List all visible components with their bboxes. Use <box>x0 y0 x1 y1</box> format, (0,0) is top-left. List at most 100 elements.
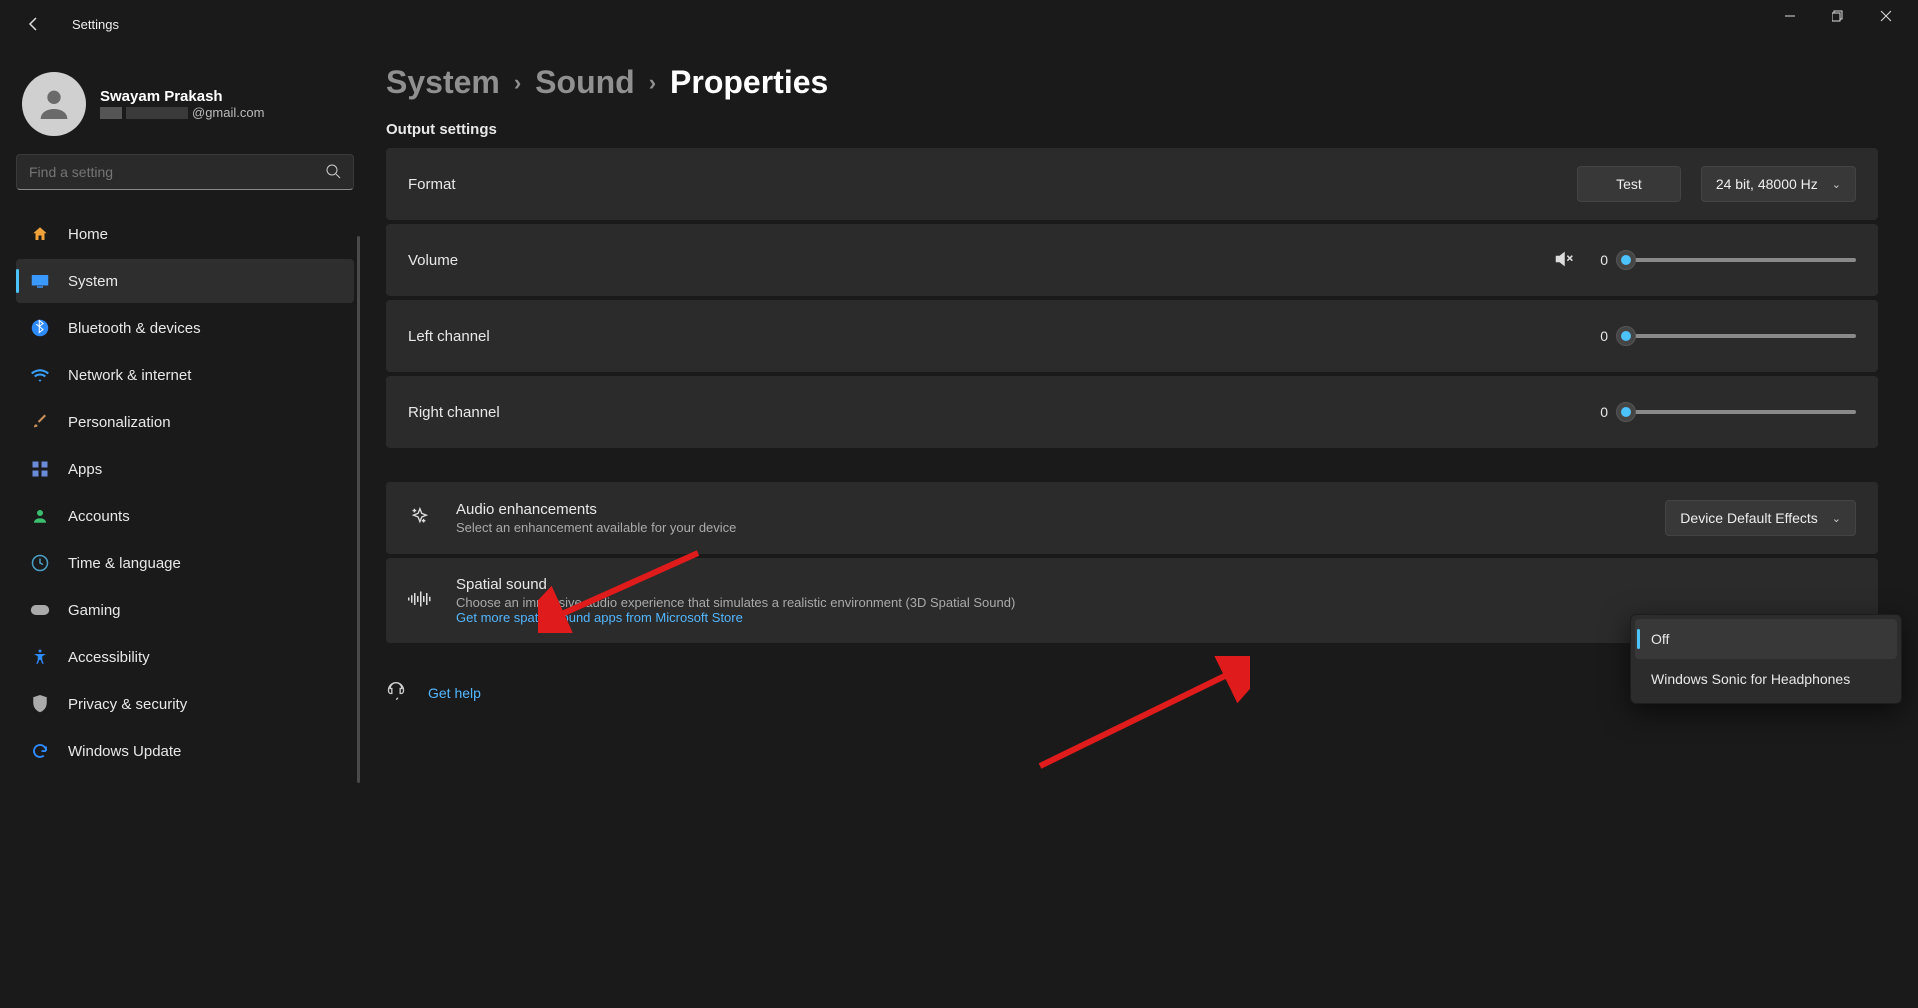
breadcrumb-current: Properties <box>670 64 828 101</box>
nav-item-privacy[interactable]: Privacy & security <box>16 682 354 726</box>
nav-label: Accessibility <box>68 649 150 666</box>
main-content: System › Sound › Properties Output setti… <box>370 48 1918 1008</box>
chevron-right-icon: › <box>514 70 521 96</box>
volume-mute-icon[interactable] <box>1554 249 1574 272</box>
get-help-label: Get help <box>428 685 481 701</box>
close-button[interactable] <box>1862 0 1910 32</box>
sparkle-icon <box>408 506 434 531</box>
sidebar: Swayam Prakash @gmail.com Home Syste <box>0 48 370 1008</box>
nav-label: Home <box>68 226 108 243</box>
nav-label: Time & language <box>68 555 181 572</box>
accessibility-icon <box>30 647 50 667</box>
left-channel-slider[interactable]: 0 <box>1594 328 1856 344</box>
search-icon <box>325 163 341 182</box>
volume-label: Volume <box>408 252 458 269</box>
spatial-sound-subtitle: Choose an immersive audio experience tha… <box>456 595 1015 610</box>
home-icon <box>30 224 50 244</box>
avatar <box>22 72 86 136</box>
maximize-button[interactable] <box>1814 0 1862 32</box>
nav-item-windows-update[interactable]: Windows Update <box>16 729 354 773</box>
audio-enhancements-value: Device Default Effects <box>1680 510 1817 526</box>
format-label: Format <box>408 176 456 193</box>
update-icon <box>30 741 50 761</box>
breadcrumb: System › Sound › Properties <box>386 64 1878 101</box>
shield-icon <box>30 694 50 714</box>
flyout-label: Windows Sonic for Headphones <box>1651 671 1850 687</box>
format-value: 24 bit, 48000 Hz <box>1716 176 1818 192</box>
nav-item-network[interactable]: Network & internet <box>16 353 354 397</box>
account-name: Swayam Prakash <box>100 88 264 105</box>
spatial-sound-flyout: Off Windows Sonic for Headphones <box>1630 614 1902 704</box>
nav-label: Gaming <box>68 602 121 619</box>
volume-value: 0 <box>1594 252 1608 268</box>
nav-item-apps[interactable]: Apps <box>16 447 354 491</box>
minimize-button[interactable] <box>1766 0 1814 32</box>
nav-label: Bluetooth & devices <box>68 320 201 337</box>
audio-enhancements-title: Audio enhancements <box>456 501 736 518</box>
gamepad-icon <box>30 600 50 620</box>
nav-label: Personalization <box>68 414 171 431</box>
nav-label: Apps <box>68 461 102 478</box>
nav-item-system[interactable]: System <box>16 259 354 303</box>
setting-row-right-channel: Right channel 0 <box>386 376 1878 448</box>
nav-label: Privacy & security <box>68 696 187 713</box>
nav-item-accounts[interactable]: Accounts <box>16 494 354 538</box>
audio-enhancements-dropdown[interactable]: Device Default Effects ⌄ <box>1665 500 1856 536</box>
section-title-output: Output settings <box>386 121 1878 138</box>
right-channel-slider[interactable]: 0 <box>1594 404 1856 420</box>
help-icon <box>386 681 406 704</box>
chevron-right-icon: › <box>649 70 656 96</box>
nav-item-accessibility[interactable]: Accessibility <box>16 635 354 679</box>
nav-label: Network & internet <box>68 367 191 384</box>
flyout-item-windows-sonic[interactable]: Windows Sonic for Headphones <box>1635 659 1897 699</box>
breadcrumb-system[interactable]: System <box>386 64 500 101</box>
apps-icon <box>30 459 50 479</box>
back-button[interactable] <box>16 6 52 42</box>
account-header[interactable]: Swayam Prakash @gmail.com <box>16 64 354 154</box>
nav-label: System <box>68 273 118 290</box>
app-title: Settings <box>72 17 119 32</box>
test-button[interactable]: Test <box>1577 166 1681 202</box>
redacted-text <box>100 107 122 119</box>
chevron-down-icon: ⌄ <box>1832 512 1841 525</box>
flyout-label: Off <box>1651 631 1669 647</box>
nav-label: Accounts <box>68 508 130 525</box>
nav-item-time-language[interactable]: Time & language <box>16 541 354 585</box>
brush-icon <box>30 412 50 432</box>
wifi-icon <box>30 365 50 385</box>
nav-list: Home System Bluetooth & devices Network … <box>16 212 354 773</box>
account-email: @gmail.com <box>100 105 264 120</box>
search-box[interactable] <box>16 154 354 190</box>
right-channel-value: 0 <box>1594 404 1608 420</box>
breadcrumb-sound[interactable]: Sound <box>535 64 635 101</box>
nav-item-home[interactable]: Home <box>16 212 354 256</box>
nav-label: Windows Update <box>68 743 181 760</box>
spatial-audio-icon <box>408 590 434 611</box>
nav-item-personalization[interactable]: Personalization <box>16 400 354 444</box>
person-icon <box>30 506 50 526</box>
spatial-sound-title: Spatial sound <box>456 576 1015 593</box>
globe-clock-icon <box>30 553 50 573</box>
audio-enhancements-subtitle: Select an enhancement available for your… <box>456 520 736 535</box>
account-email-suffix: @gmail.com <box>192 105 264 120</box>
nav-item-gaming[interactable]: Gaming <box>16 588 354 632</box>
left-channel-label: Left channel <box>408 328 490 345</box>
system-icon <box>30 271 50 291</box>
nav-item-bluetooth[interactable]: Bluetooth & devices <box>16 306 354 350</box>
format-dropdown[interactable]: 24 bit, 48000 Hz ⌄ <box>1701 166 1856 202</box>
search-input[interactable] <box>29 164 325 180</box>
spatial-sound-store-link[interactable]: Get more spatial sound apps from Microso… <box>456 610 1015 625</box>
chevron-down-icon: ⌄ <box>1832 178 1841 191</box>
redacted-text <box>126 107 188 119</box>
setting-row-left-channel: Left channel 0 <box>386 300 1878 372</box>
setting-row-format: Format Test 24 bit, 48000 Hz ⌄ <box>386 148 1878 220</box>
setting-row-volume: Volume 0 <box>386 224 1878 296</box>
annotation-arrow-icon <box>1030 656 1250 776</box>
left-channel-value: 0 <box>1594 328 1608 344</box>
titlebar: Settings <box>0 0 1918 48</box>
setting-row-audio-enhancements: Audio enhancements Select an enhancement… <box>386 482 1878 554</box>
volume-slider[interactable]: 0 <box>1594 252 1856 268</box>
bluetooth-icon <box>30 318 50 338</box>
flyout-item-off[interactable]: Off <box>1635 619 1897 659</box>
window-controls <box>1766 0 1910 48</box>
